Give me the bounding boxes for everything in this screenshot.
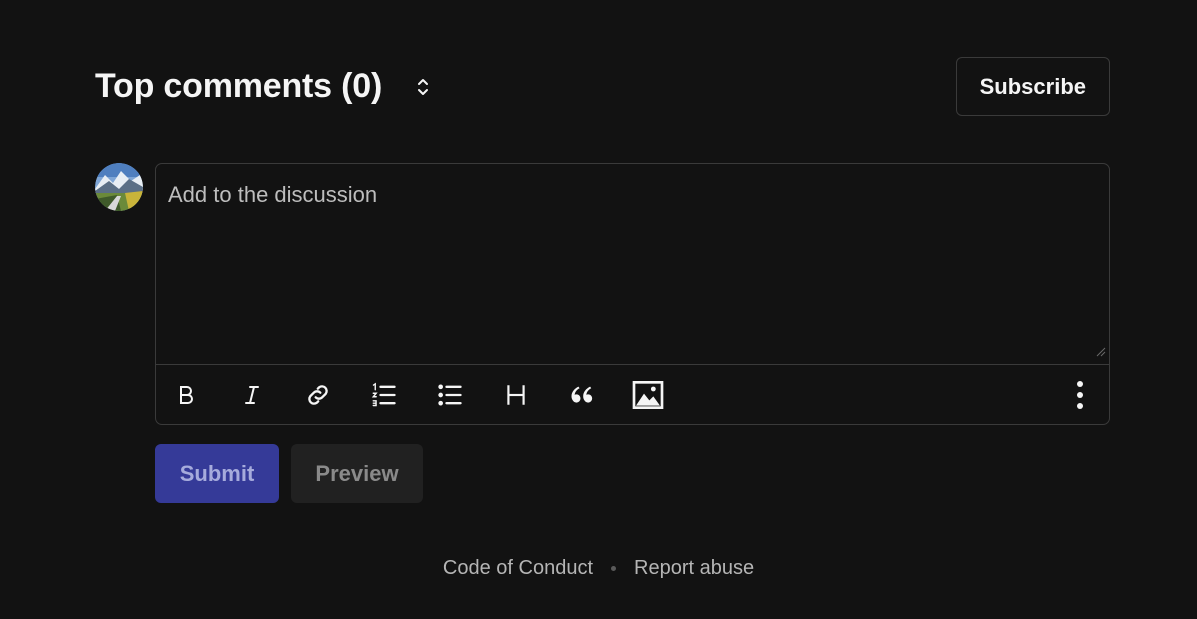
preview-button[interactable]: Preview (291, 444, 423, 503)
italic-icon[interactable] (234, 377, 270, 413)
more-options-icon[interactable] (1062, 377, 1098, 413)
image-icon[interactable] (630, 377, 666, 413)
sort-icon[interactable] (412, 73, 434, 101)
quote-icon[interactable] (564, 377, 600, 413)
code-of-conduct-link[interactable]: Code of Conduct (443, 557, 593, 580)
link-icon[interactable] (300, 377, 336, 413)
comment-textarea[interactable] (156, 164, 1109, 364)
title-group: Top comments (0) (95, 67, 434, 106)
resize-grip-icon[interactable] (1096, 344, 1106, 357)
ordered-list-icon[interactable] (366, 377, 402, 413)
report-abuse-link[interactable]: Report abuse (634, 557, 754, 580)
avatar (95, 163, 143, 211)
comments-section: Top comments (0) Subscribe Add to the di… (0, 0, 1197, 619)
unordered-list-icon[interactable] (432, 377, 468, 413)
heading-icon[interactable] (498, 377, 534, 413)
bold-icon[interactable] (168, 377, 204, 413)
comment-editor (155, 163, 1110, 425)
comments-header: Top comments (0) Subscribe (95, 57, 1110, 116)
separator-dot (611, 565, 617, 571)
comments-title: Top comments (0) (95, 67, 383, 105)
subscribe-button[interactable]: Subscribe (955, 57, 1110, 116)
footer-links: Code of Conduct Report abuse (0, 553, 1197, 583)
submit-button[interactable]: Submit (155, 444, 279, 503)
formatting-toolbar (156, 364, 1109, 425)
